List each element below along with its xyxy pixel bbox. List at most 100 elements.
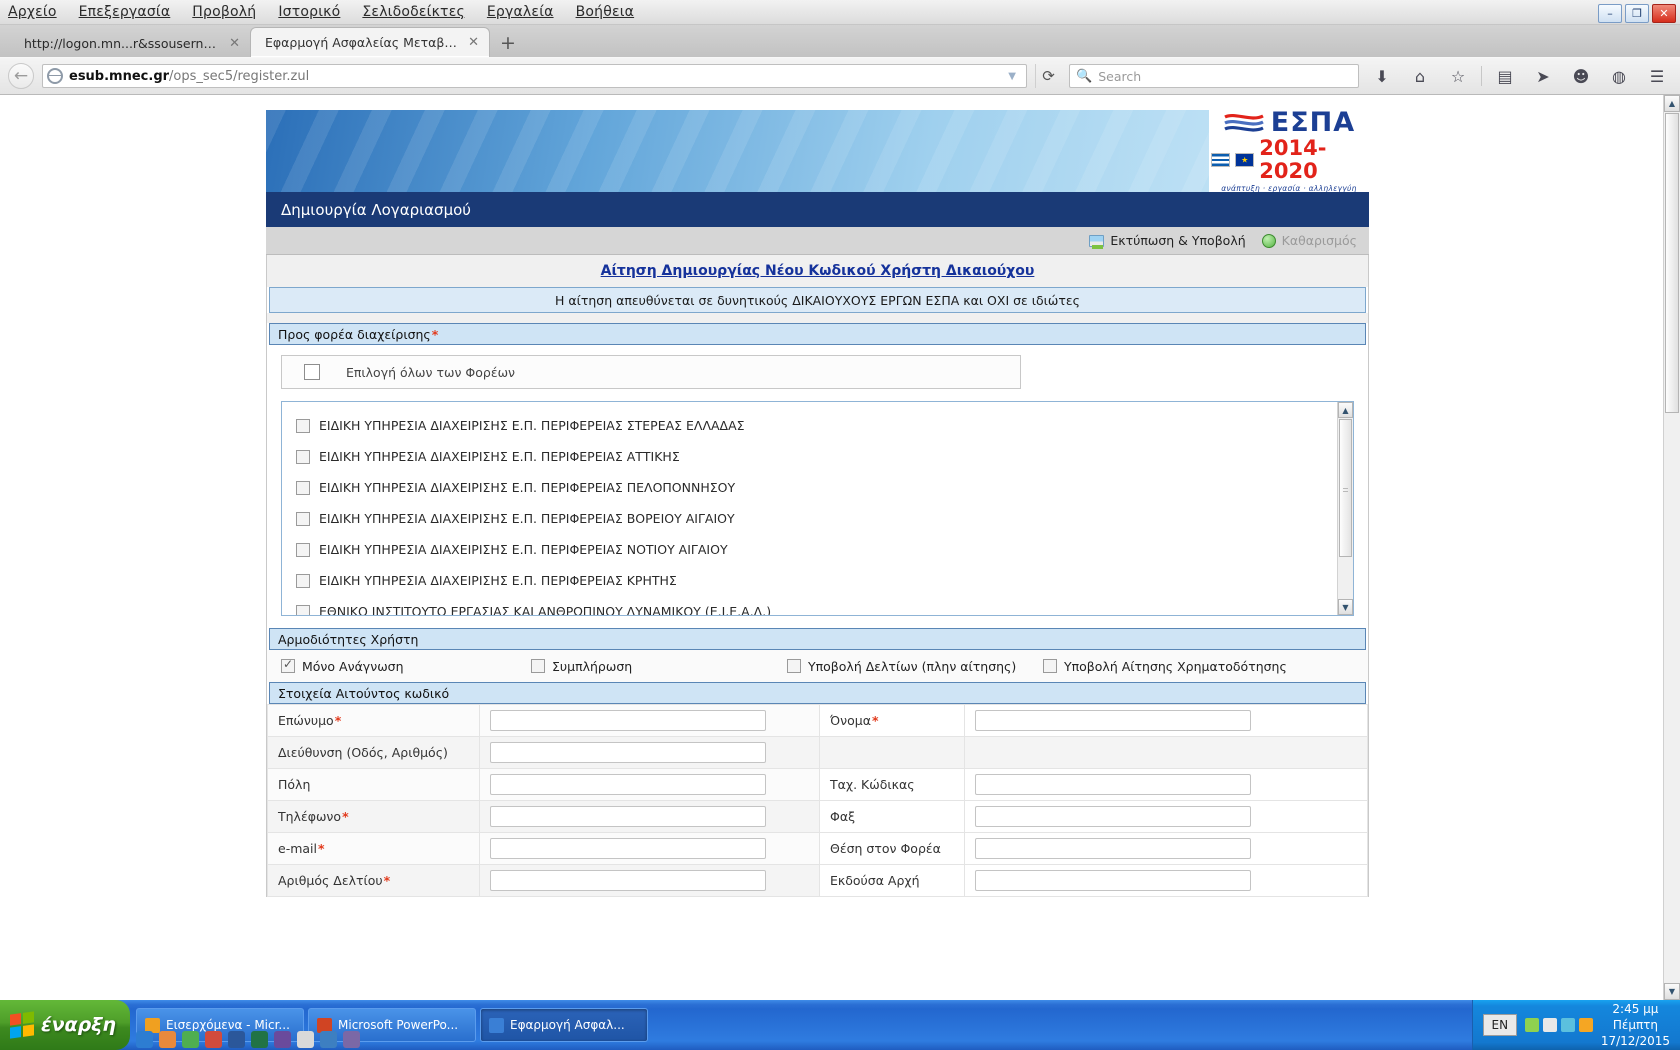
list-item[interactable]: ΕΙΔΙΚΗ ΥΠΗΡΕΣΙΑ ΔΙΑΧΕΙΡΙΣΗΣ Ε.Π. ΠΕΡΙΦΕΡ… — [296, 503, 1337, 534]
permission-label: Συμπλήρωση — [552, 658, 633, 674]
select-all-row[interactable]: Επιλογή όλων των Φορέων — [281, 355, 1021, 389]
list-item-checkbox[interactable] — [296, 542, 310, 557]
minimize-button[interactable]: – — [1598, 4, 1622, 23]
list-item-checkbox[interactable] — [296, 573, 310, 588]
fax-input[interactable] — [975, 806, 1251, 827]
menu-hamburger-icon[interactable]: ☰ — [1642, 62, 1672, 90]
scrollbar-thumb[interactable] — [1339, 419, 1352, 557]
permission-fill[interactable]: Συμπλήρωση — [531, 659, 787, 674]
close-button[interactable]: ✕ — [1652, 4, 1676, 23]
email-input[interactable] — [490, 838, 766, 859]
notepad-icon[interactable] — [297, 1030, 314, 1048]
search-input[interactable]: 🔍 Search — [1069, 64, 1359, 88]
start-button[interactable]: έναρξη — [0, 1000, 130, 1050]
messenger-icon[interactable] — [343, 1030, 360, 1048]
taskbar-item-firefox[interactable]: Εφαρμογή Ασφαλ... — [480, 1008, 648, 1042]
list-item[interactable]: ΕΘΝΙΚΟ ΙΝΣΤΙΤΟΥΤΟ ΕΡΓΑΣΙΑΣ ΚΑΙ ΑΝΘΡΩΠΙΝΟ… — [296, 596, 1337, 615]
tab-strip: http://logon.mn...r&ssousername= ✕ Εφαρμ… — [0, 25, 1680, 57]
maximize-button[interactable]: ❐ — [1625, 4, 1649, 23]
list-item-checkbox[interactable] — [296, 480, 310, 495]
shield-icon[interactable] — [1560, 1018, 1575, 1032]
bookmark-star-icon[interactable]: ☆ — [1443, 62, 1473, 90]
print-submit-button[interactable]: Εκτύπωση & Υποβολή — [1089, 233, 1246, 249]
download-icon[interactable]: ⬇ — [1367, 62, 1397, 90]
issuing-authority-input[interactable] — [975, 870, 1251, 891]
tab-esub[interactable]: Εφαρμογή Ασφαλείας Μεταβατικο... ✕ — [250, 27, 490, 57]
scrollbar-thumb[interactable] — [1665, 113, 1679, 413]
firefox-quick-icon[interactable] — [159, 1030, 176, 1048]
chrome-icon[interactable] — [182, 1030, 199, 1048]
section-header-applicant: Στοιχεία Αιτούντος κωδικό — [269, 682, 1366, 704]
pocket-icon[interactable]: ➤ — [1528, 62, 1558, 90]
tab-logon[interactable]: http://logon.mn...r&ssousername= ✕ — [10, 29, 250, 57]
authority-listbox[interactable]: ΕΙΔΙΚΗ ΥΠΗΡΕΣΙΑ ΔΙΑΧΕΙΡΙΣΗΣ Ε.Π. ΠΕΡΙΦΕΡ… — [281, 401, 1354, 616]
select-all-checkbox[interactable] — [304, 364, 320, 380]
smiley-icon[interactable]: ☻ — [1566, 62, 1596, 90]
chevron-down-icon[interactable]: ▼ — [1002, 71, 1022, 82]
new-tab-button[interactable]: + — [500, 32, 516, 54]
update-icon[interactable] — [1578, 1018, 1593, 1032]
back-icon[interactable]: ← — [8, 63, 34, 89]
field-cell-city — [479, 768, 820, 801]
media-player-icon[interactable] — [274, 1030, 291, 1048]
language-indicator[interactable]: EN — [1482, 1014, 1517, 1036]
phone-input[interactable] — [490, 806, 766, 827]
list-item[interactable]: ΕΙΔΙΚΗ ΥΠΗΡΕΣΙΑ ΔΙΑΧΕΙΡΙΣΗΣ Ε.Π. ΠΕΡΙΦΕΡ… — [296, 565, 1337, 596]
menu-item-view[interactable]: Προβολή — [192, 4, 256, 20]
url-bar[interactable]: esub.mnec.gr/ops_sec5/register.zul ▼ — [42, 64, 1027, 88]
permission-checkbox[interactable] — [281, 657, 295, 673]
scroll-up-icon[interactable]: ▲ — [1664, 95, 1680, 112]
close-icon[interactable]: ✕ — [229, 36, 240, 51]
globe-icon — [47, 68, 63, 84]
reader-icon[interactable]: ▤ — [1490, 62, 1520, 90]
permission-submit-funding[interactable]: Υποβολή Αίτησης Χρηματοδότησης — [1043, 659, 1287, 674]
postcode-input[interactable] — [975, 774, 1251, 795]
menu-item-help[interactable]: Βοήθεια — [576, 4, 635, 20]
explorer-icon[interactable] — [320, 1030, 337, 1048]
clear-button[interactable]: Καθαρισμός — [1261, 233, 1357, 248]
word-icon[interactable] — [228, 1030, 245, 1048]
id-number-input[interactable] — [490, 870, 766, 891]
page-viewport: ΕΣΠΑ 2014-2020 ανάπτυξη · εργασία · αλλη… — [0, 95, 1680, 1000]
close-icon[interactable]: ✕ — [468, 35, 479, 50]
menu-item-edit[interactable]: Επεξεργασία — [79, 4, 171, 20]
list-item[interactable]: ΕΙΔΙΚΗ ΥΠΗΡΕΣΙΑ ΔΙΑΧΕΙΡΙΣΗΣ Ε.Π. ΠΕΡΙΦΕΡ… — [296, 441, 1337, 472]
address-input[interactable] — [490, 742, 766, 763]
permission-checkbox[interactable] — [531, 659, 545, 673]
menu-item-bookmarks[interactable]: Σελιδοδείκτες — [362, 4, 465, 20]
permission-checkbox[interactable] — [787, 659, 801, 673]
excel-icon[interactable] — [251, 1030, 268, 1048]
scroll-down-icon[interactable]: ▼ — [1664, 983, 1680, 1000]
page-scrollbar[interactable]: ▲ ▼ — [1663, 95, 1680, 1000]
list-item-checkbox[interactable] — [296, 449, 310, 464]
clock[interactable]: 2:45 μμ Πέμπτη 17/12/2015 — [1601, 1001, 1670, 1050]
permission-checkbox[interactable] — [1043, 659, 1057, 673]
menu-item-history[interactable]: Ιστορικό — [278, 4, 340, 20]
volume-icon[interactable] — [1542, 1018, 1557, 1032]
new-user-request-link[interactable]: Αίτηση Δημιουργίας Νέου Κωδικού Χρήστη Δ… — [601, 263, 1035, 279]
permission-read-only[interactable]: Μόνο Ανάγνωση — [281, 657, 531, 674]
listbox-scrollbar[interactable]: ▲ ▼ — [1337, 402, 1353, 615]
list-item-checkbox[interactable] — [296, 418, 310, 433]
list-item-checkbox[interactable] — [296, 604, 310, 615]
list-item[interactable]: ΕΙΔΙΚΗ ΥΠΗΡΕΣΙΑ ΔΙΑΧΕΙΡΙΣΗΣ Ε.Π. ΠΕΡΙΦΕΡ… — [296, 472, 1337, 503]
ie-icon[interactable] — [136, 1030, 153, 1048]
permission-submit-reports[interactable]: Υποβολή Δελτίων (πλην αίτησης) — [787, 659, 1043, 674]
list-item[interactable]: ΕΙΔΙΚΗ ΥΠΗΡΕΣΙΑ ΔΙΑΧΕΙΡΙΣΗΣ Ε.Π. ΠΕΡΙΦΕΡ… — [296, 534, 1337, 565]
scroll-down-icon[interactable]: ▼ — [1338, 599, 1353, 615]
list-item[interactable]: ΕΙΔΙΚΗ ΥΠΗΡΕΣΙΑ ΔΙΑΧΕΙΡΙΣΗΣ Ε.Π. ΠΕΡΙΦΕΡ… — [296, 410, 1337, 441]
sync-icon[interactable]: ◍ — [1604, 62, 1634, 90]
position-input[interactable] — [975, 838, 1251, 859]
opera-icon[interactable] — [205, 1030, 222, 1048]
start-label: έναρξη — [41, 1014, 116, 1036]
scroll-up-icon[interactable]: ▲ — [1338, 402, 1353, 418]
surname-input[interactable] — [490, 710, 766, 731]
city-input[interactable] — [490, 774, 766, 795]
network-icon[interactable] — [1524, 1018, 1539, 1032]
firstname-input[interactable] — [975, 710, 1251, 731]
reload-icon[interactable]: ⟳ — [1035, 64, 1061, 88]
menu-item-file[interactable]: Αρχείο — [8, 4, 57, 20]
home-icon[interactable]: ⌂ — [1405, 62, 1435, 90]
list-item-checkbox[interactable] — [296, 511, 310, 526]
menu-item-tools[interactable]: Εργαλεία — [487, 4, 554, 20]
